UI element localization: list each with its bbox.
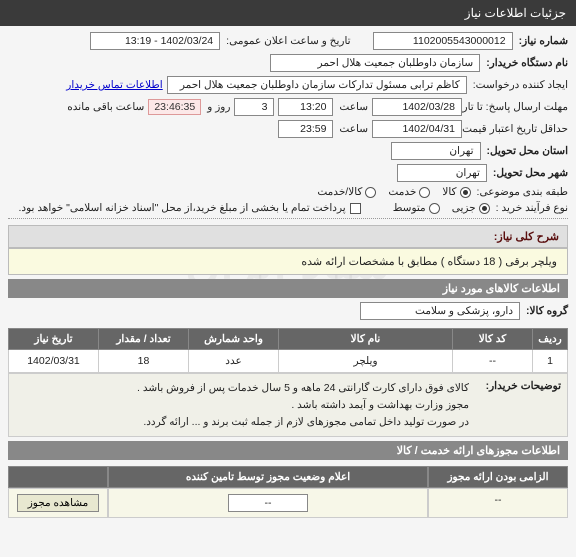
- group-value: دارو، پزشکی و سلامت: [360, 302, 520, 320]
- radio-medium[interactable]: متوسط: [393, 202, 440, 214]
- buyer-org-value: سازمان داوطلبان جمعیت هلال احمر: [270, 54, 480, 72]
- announce-value: 1402/03/24 - 13:19: [90, 32, 220, 50]
- announce-label: تاریخ و ساعت اعلان عمومی:: [226, 35, 350, 47]
- table-cell: --: [453, 350, 533, 373]
- req-no-value: 1102005543000012: [373, 32, 513, 50]
- contact-link[interactable]: اطلاعات تماس خریدار: [66, 79, 162, 91]
- col-action: [8, 466, 108, 488]
- table-cell: 18: [99, 350, 189, 373]
- goods-table: ردیف کد کالا نام کالا واحد شمارش تعداد /…: [8, 328, 568, 373]
- table-header-row: ردیف کد کالا نام کالا واحد شمارش تعداد /…: [9, 329, 568, 350]
- radio-both-label: کالا/خدمت: [317, 186, 362, 198]
- mandatory-value: --: [428, 488, 568, 518]
- status-select[interactable]: --: [228, 494, 308, 512]
- class-label: طبقه بندی موضوعی:: [477, 186, 568, 198]
- province-label: استان محل تحویل:: [487, 145, 568, 157]
- col-row: ردیف: [533, 329, 568, 350]
- radio-dot-icon: [429, 203, 440, 214]
- deadline-date: 1402/03/28: [372, 98, 462, 116]
- radio-dot-icon: [365, 187, 376, 198]
- requester-value: کاظم ترابی مسئول تدارکات سازمان داوطلبان…: [167, 76, 467, 94]
- validity-date: 1402/04/31: [372, 120, 462, 138]
- radio-minor-label: جزیی: [452, 202, 476, 214]
- table-cell: ویلچر: [279, 350, 453, 373]
- radio-service-label: خدمت: [388, 186, 416, 198]
- action-cell: مشاهده مجوز: [8, 488, 108, 518]
- radio-dot-icon: [419, 187, 430, 198]
- table-cell: عدد: [189, 350, 279, 373]
- countdown-timer: 23:46:35: [148, 99, 201, 115]
- validity-time: 23:59: [278, 120, 333, 138]
- process-label: نوع فرآیند خرید :: [496, 202, 568, 214]
- validity-label: حداقل تاریخ اعتبار قیمت: تا تاریخ:: [468, 123, 568, 135]
- radio-both[interactable]: کالا/خدمت: [317, 186, 376, 198]
- time-label-2: ساعت: [339, 123, 368, 135]
- time-label-1: ساعت: [339, 101, 368, 113]
- city-value: تهران: [397, 164, 487, 182]
- col-mandatory: الزامی بودن ارائه مجوز: [428, 466, 568, 488]
- req-no-label: شماره نیاز:: [519, 35, 568, 47]
- col-name: نام کالا: [279, 329, 453, 350]
- remaining-label: ساعت باقی مانده: [67, 101, 144, 113]
- notes-line: مجوز وزارت بهداشت و آیمد داشته باشد .: [137, 397, 469, 414]
- notes-line: در صورت تولید داخل تمامی مجوزهای لازم از…: [137, 414, 469, 431]
- table-cell: 1: [533, 350, 568, 373]
- buyer-org-label: نام دستگاه خریدار:: [486, 57, 568, 69]
- city-label: شهر محل تحویل:: [493, 167, 568, 179]
- radio-dot-icon: [460, 187, 471, 198]
- summary-header: شرح کلی نیاز:: [8, 225, 568, 248]
- radio-medium-label: متوسط: [393, 202, 426, 214]
- radio-goods[interactable]: کالا: [442, 186, 470, 198]
- table-row: 1--ویلچرعدد181402/03/31: [9, 350, 568, 373]
- notes-label: توضیحات خریدار:: [481, 380, 561, 430]
- requester-label: ایجاد کننده درخواست:: [473, 79, 568, 91]
- deadline-time: 13:20: [278, 98, 333, 116]
- days-count: 3: [234, 98, 274, 116]
- radio-minor[interactable]: جزیی: [452, 202, 490, 214]
- deadline-label: مهلت ارسال پاسخ: تا تاریخ:: [468, 101, 568, 113]
- page-title-bar: جزئیات اطلاعات نیاز: [0, 0, 576, 26]
- days-label: روز و: [207, 101, 230, 113]
- col-status: اعلام وضعیت مجوز توسط تامین کننده: [108, 466, 428, 488]
- col-date: تاریخ نیاز: [9, 329, 99, 350]
- group-label: گروه کالا:: [526, 305, 568, 317]
- treasury-checkbox[interactable]: [350, 203, 361, 214]
- radio-dot-icon: [479, 203, 490, 214]
- col-unit: واحد شمارش: [189, 329, 279, 350]
- license-header: اطلاعات مجوزهای ارائه خدمت / کالا: [8, 441, 568, 460]
- radio-goods-label: کالا: [442, 186, 456, 198]
- col-code: کد کالا: [453, 329, 533, 350]
- col-qty: تعداد / مقدار: [99, 329, 189, 350]
- table-cell: 1402/03/31: [9, 350, 99, 373]
- radio-service[interactable]: خدمت: [388, 186, 430, 198]
- notes-text: کالای فوق دارای کارت گارانتی 24 ماهه و 5…: [137, 380, 469, 430]
- status-value: --: [108, 488, 428, 518]
- view-license-button[interactable]: مشاهده مجوز: [17, 494, 100, 512]
- goods-header: اطلاعات کالاهای مورد نیاز: [8, 279, 568, 298]
- page-title: جزئیات اطلاعات نیاز: [465, 6, 566, 20]
- province-value: تهران: [391, 142, 481, 160]
- summary-text: ویلچر برقی ( 18 دستگاه ) مطابق با مشخصات…: [8, 248, 568, 275]
- payment-note: پرداخت تمام یا بخشی از مبلغ خرید،از محل …: [19, 202, 346, 214]
- notes-line: کالای فوق دارای کارت گارانتی 24 ماهه و 5…: [137, 380, 469, 397]
